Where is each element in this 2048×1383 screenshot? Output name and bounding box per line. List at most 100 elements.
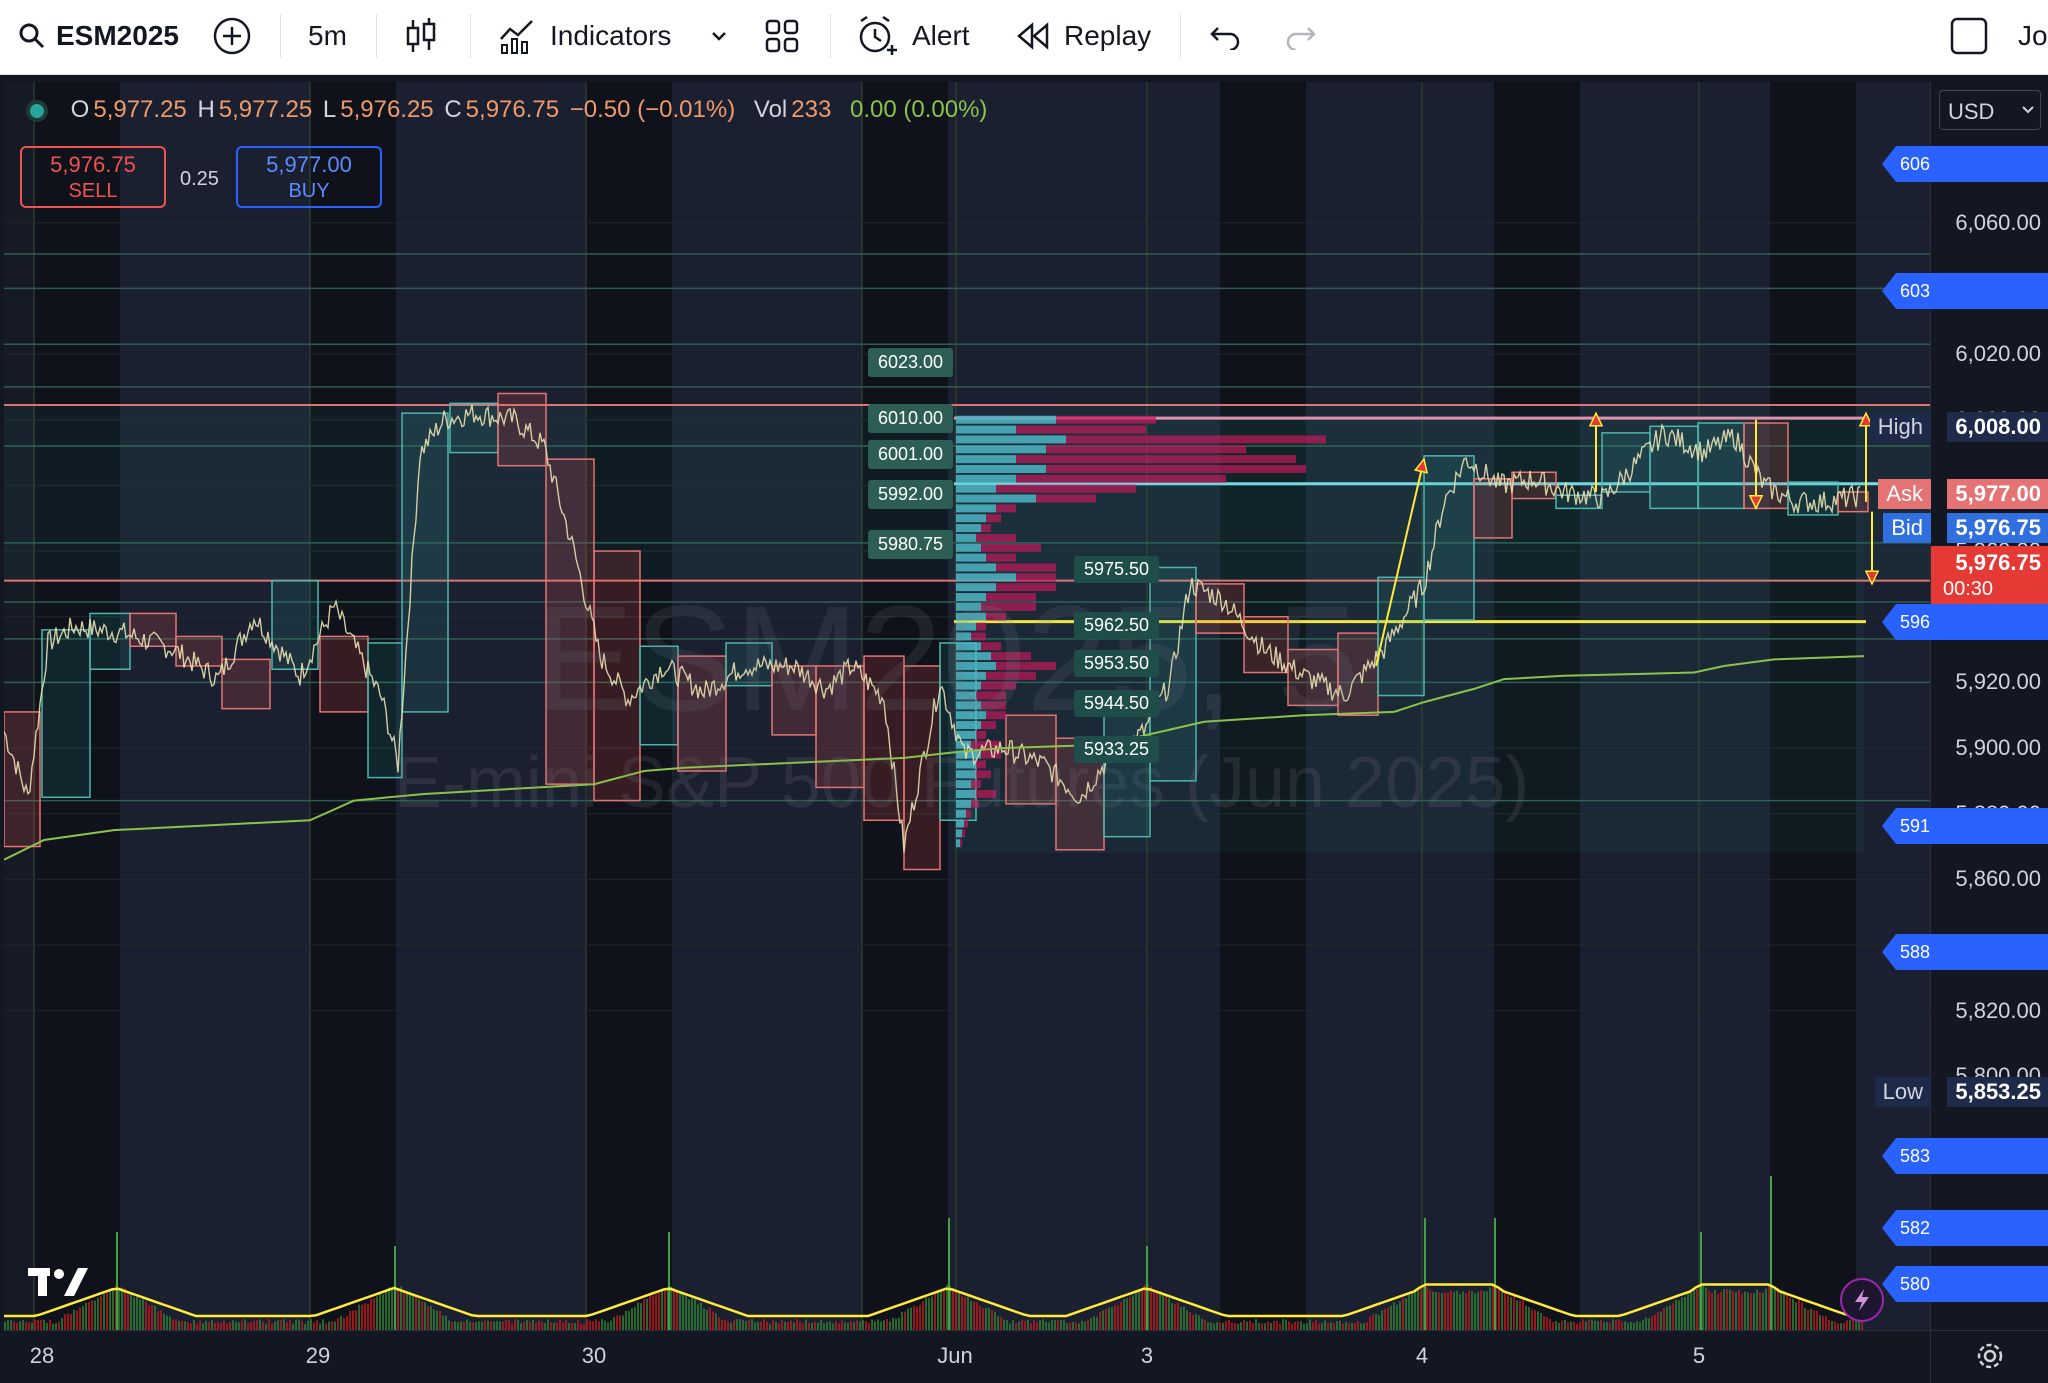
volume-bar — [505, 1319, 507, 1330]
sell-button[interactable]: 5,976.75 SELL — [20, 146, 166, 208]
alert-tag[interactable]: 583 — [1882, 1138, 2048, 1174]
layout-checkbox[interactable] — [1950, 0, 1988, 72]
volume-bar — [124, 1288, 126, 1330]
level-label[interactable]: 6023.00 — [868, 348, 954, 377]
volume-bar — [958, 1292, 960, 1330]
volume-bar — [1003, 1319, 1005, 1330]
volume-bar — [538, 1320, 540, 1330]
volume-bar — [1627, 1322, 1629, 1330]
volume-bar — [1543, 1316, 1545, 1330]
interval-button[interactable]: 5m — [308, 0, 347, 72]
volume-bar — [553, 1322, 555, 1330]
volume-bar — [841, 1320, 843, 1330]
volume-bar — [1222, 1322, 1224, 1330]
market-status-icon[interactable] — [26, 99, 48, 122]
alert-tag[interactable]: 591 — [1882, 808, 2048, 844]
volume-bar — [1807, 1309, 1809, 1330]
toolbar-divider — [470, 14, 471, 58]
profile-bar-sell — [1046, 464, 1306, 473]
compare-button[interactable] — [212, 0, 252, 72]
volume-bar — [514, 1319, 516, 1330]
volume-bar — [352, 1310, 354, 1330]
tradingview-logo[interactable] — [26, 1262, 92, 1303]
profile-bar-sell — [1016, 474, 1226, 483]
volume-bar — [919, 1304, 921, 1330]
volume-bar — [1123, 1298, 1125, 1330]
volume-bar — [91, 1300, 93, 1330]
volume-bar — [523, 1321, 525, 1330]
volume-bar — [109, 1289, 111, 1330]
chart-pane[interactable]: ESM2025, 5 E-mini S&P 500 Futures (Jun 2… — [4, 82, 1930, 1330]
volume-bar — [1489, 1287, 1491, 1330]
volume-bar — [739, 1319, 741, 1330]
volume-bar — [1258, 1322, 1260, 1330]
volume-bar — [280, 1319, 282, 1330]
volume-bar — [1726, 1289, 1728, 1330]
volume-bar — [286, 1321, 288, 1330]
chart-settings-button[interactable] — [1930, 1330, 2048, 1383]
chart-type-button[interactable] — [404, 0, 438, 72]
volume-bar — [703, 1308, 705, 1330]
volume-bar — [202, 1323, 204, 1330]
alert-tag[interactable]: 606 — [1882, 146, 2048, 182]
level-label[interactable]: 5992.00 — [868, 480, 954, 509]
time-scale[interactable]: 28 29 30 Jun 3 4 5 — [4, 1330, 1930, 1383]
volume-bar — [358, 1304, 360, 1330]
range-box-up — [89, 612, 131, 670]
volume-bar — [1288, 1321, 1290, 1330]
volume-bar — [532, 1319, 534, 1330]
volume-bar — [1522, 1299, 1524, 1330]
volume-bar — [1480, 1290, 1482, 1330]
profile-bar-sell — [981, 524, 991, 533]
profile-bar-buy — [956, 415, 1056, 424]
volume-bar — [1639, 1321, 1641, 1330]
volume-bar — [1498, 1286, 1500, 1330]
volume-bar — [1405, 1298, 1407, 1330]
alert-tag[interactable]: 603 — [1882, 273, 2048, 309]
volume-bar — [121, 1287, 123, 1330]
replay-button[interactable]: Replay — [1016, 0, 1151, 72]
quick-action-button[interactable] — [1840, 1278, 1884, 1322]
alert-tag[interactable]: 588 — [1882, 934, 2048, 970]
volume-bar — [1168, 1298, 1170, 1330]
volume-bar — [1816, 1310, 1818, 1330]
volume-bar — [1609, 1322, 1611, 1330]
join-button[interactable]: Jo — [2018, 0, 2048, 72]
buy-button[interactable]: 5,977.00 BUY — [236, 146, 382, 208]
templates-button[interactable] — [764, 0, 800, 72]
alert-button[interactable]: Alert — [856, 0, 970, 72]
alert-tag[interactable]: 580 — [1882, 1266, 2048, 1302]
currency-select[interactable]: USD — [1939, 90, 2041, 130]
redo-button[interactable] — [1284, 0, 1318, 72]
bid-flag-label: Bid — [1883, 513, 1931, 543]
volume-bar — [382, 1294, 384, 1330]
profile-bar-sell — [1016, 455, 1296, 464]
volume-bar — [1300, 1321, 1302, 1330]
volume-bar — [679, 1293, 681, 1330]
indicators-button[interactable]: Indicators — [498, 0, 671, 72]
level-label[interactable]: 6001.00 — [868, 440, 954, 469]
volume-bar — [190, 1323, 192, 1330]
volume-bar — [937, 1292, 939, 1330]
volume-bar — [31, 1322, 33, 1330]
volume-bar — [1702, 1284, 1704, 1330]
volume-bar — [928, 1297, 930, 1330]
level-label[interactable]: 5980.75 — [868, 530, 954, 559]
volume-bar — [193, 1320, 195, 1330]
symbol-search-button[interactable]: ESM2025 — [18, 0, 179, 72]
volume-bar — [868, 1323, 870, 1330]
undo-button[interactable] — [1208, 0, 1242, 72]
volume-bar — [61, 1318, 63, 1330]
volume-bar — [37, 1319, 39, 1330]
volume-bar — [1573, 1321, 1575, 1330]
level-label[interactable]: 6010.00 — [868, 404, 954, 433]
alert-tag[interactable]: 596 — [1882, 604, 2048, 640]
volume-bar — [568, 1323, 570, 1330]
volume-bar — [1504, 1293, 1506, 1330]
volume-bar — [1525, 1305, 1527, 1330]
indicators-dropdown[interactable] — [708, 0, 730, 72]
alert-tag[interactable]: 582 — [1882, 1210, 2048, 1246]
volume-bar — [1009, 1323, 1011, 1330]
volume-bar — [1561, 1320, 1563, 1330]
volume-bar — [1435, 1291, 1437, 1330]
